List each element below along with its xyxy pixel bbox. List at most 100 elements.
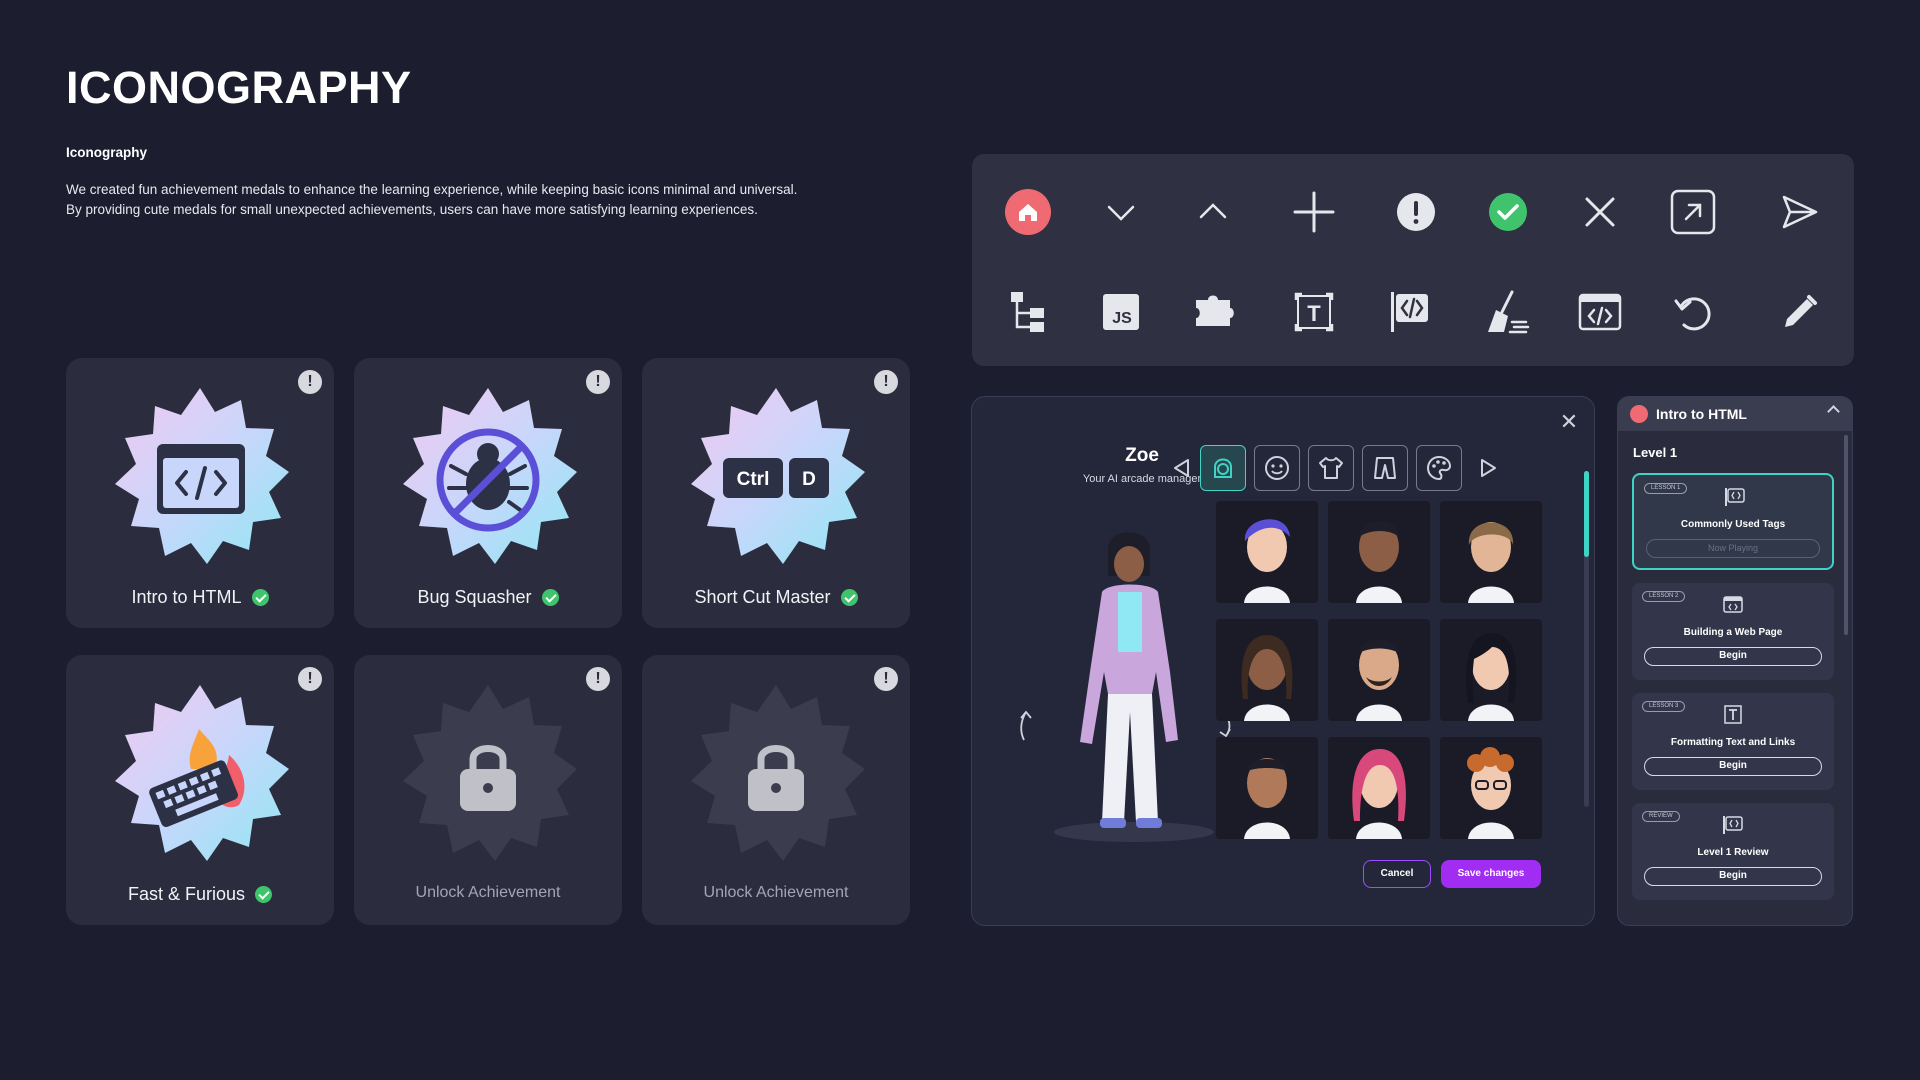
description-line: We created fun achievement medals to enh…	[66, 182, 798, 197]
code-flag-icon	[1725, 488, 1745, 506]
lesson-title: Commonly Used Tags	[1680, 519, 1786, 530]
achievement-name: Short Cut Master	[642, 587, 910, 608]
tab-face[interactable]	[1254, 445, 1300, 491]
lesson-panel-header[interactable]: Intro to HTML	[1618, 397, 1852, 431]
lesson-scrollbar[interactable]	[1844, 435, 1848, 635]
achievement-card-intro-to-html[interactable]: ! Intro to HTML	[66, 358, 334, 628]
info-alert-icon[interactable]: !	[874, 370, 898, 394]
lesson-title: Formatting Text and Links	[1670, 737, 1796, 748]
text-box-icon[interactable]: T	[1289, 287, 1339, 337]
achievement-card-short-cut-master[interactable]: ! Ctrl D Short Cut Master	[642, 358, 910, 628]
achievement-card-fast-and-furious[interactable]: ! Fast & Furious	[66, 655, 334, 925]
code-window-icon	[1723, 596, 1743, 613]
achievement-card-bug-squasher[interactable]: ! Bug Squasher	[354, 358, 622, 628]
code-window-icon	[115, 388, 289, 564]
achievement-card-locked[interactable]: ! Unlock Achievement	[354, 655, 622, 925]
avatar-option[interactable]	[1216, 737, 1318, 839]
plus-icon[interactable]	[1289, 187, 1339, 237]
begin-button[interactable]: Begin	[1644, 867, 1822, 886]
lesson-panel: Intro to HTML Level 1 LESSON 1 Commonly …	[1617, 396, 1853, 926]
avatar-option[interactable]	[1216, 619, 1318, 721]
avatar-option[interactable]	[1328, 619, 1430, 721]
close-icon[interactable]	[1575, 187, 1625, 237]
pencil-icon[interactable]	[1775, 287, 1825, 337]
avatar-option[interactable]	[1216, 501, 1318, 603]
file-tree-icon[interactable]	[1003, 287, 1053, 337]
avatar-grid-scrollbar[interactable]	[1584, 471, 1589, 807]
js-file-icon[interactable]: JS	[1096, 287, 1146, 337]
puzzle-icon[interactable]	[1188, 287, 1238, 337]
lesson-card[interactable]: LESSON 3 Formatting Text and Links Begin	[1632, 693, 1834, 790]
achievement-name: Fast & Furious	[66, 884, 334, 905]
icon-set-panel: JS T	[972, 154, 1854, 366]
earned-check-icon	[255, 886, 273, 903]
success-check-icon[interactable]	[1483, 187, 1533, 237]
lesson-card[interactable]: LESSON 1 Commonly Used Tags Now Playing	[1632, 473, 1834, 570]
course-title: Intro to HTML	[1656, 406, 1747, 422]
achievement-label: Bug Squasher	[417, 587, 532, 607]
achievement-label: Fast & Furious	[127, 884, 246, 904]
earned-check-icon	[541, 589, 559, 606]
lesson-card[interactable]: LESSON 2 Building a Web Page Begin	[1632, 583, 1834, 680]
home-icon[interactable]	[1003, 187, 1053, 237]
keyboard-shortcut-icon: Ctrl D	[691, 388, 865, 564]
achievement-label: Short Cut Master	[694, 587, 831, 607]
achievement-name: Unlock Achievement	[415, 884, 561, 901]
avatar-option[interactable]	[1440, 737, 1542, 839]
lesson-tag: LESSON 3	[1642, 701, 1686, 712]
info-alert-icon[interactable]: !	[874, 667, 898, 691]
avatar-editor-dialog: ✕ Zoe Your AI arcade manager Cancel Save…	[971, 396, 1595, 926]
save-changes-button[interactable]: Save changes	[1441, 860, 1541, 888]
key-label: D	[802, 469, 816, 490]
close-icon[interactable]: ✕	[1558, 411, 1580, 433]
lesson-title: Building a Web Page	[1683, 627, 1783, 638]
js-label: JS	[1112, 310, 1132, 327]
avatar-option[interactable]	[1328, 737, 1430, 839]
info-alert-icon[interactable]: !	[586, 667, 610, 691]
lesson-card[interactable]: REVIEW Level 1 Review Begin	[1632, 803, 1834, 900]
cancel-button[interactable]: Cancel	[1363, 860, 1431, 888]
prev-arrow-icon[interactable]	[1172, 458, 1190, 478]
alert-icon[interactable]	[1391, 187, 1441, 237]
tab-palette[interactable]	[1416, 445, 1462, 491]
earned-check-icon	[840, 589, 858, 606]
next-arrow-icon[interactable]	[1480, 458, 1498, 478]
keyboard-fire-icon	[115, 685, 289, 861]
lock-icon	[403, 685, 577, 861]
code-window-icon[interactable]	[1575, 287, 1625, 337]
open-external-icon[interactable]	[1668, 187, 1718, 237]
section-description: We created fun achievement medals to enh…	[66, 180, 926, 220]
achievement-card-locked[interactable]: ! Unlock Achievement	[642, 655, 910, 925]
achievement-name: Unlock Achievement	[703, 884, 849, 901]
info-alert-icon[interactable]: !	[586, 370, 610, 394]
avatar-option[interactable]	[1440, 501, 1542, 603]
send-icon[interactable]	[1775, 187, 1825, 237]
no-bug-icon	[403, 388, 577, 564]
chevron-down-icon[interactable]	[1096, 187, 1146, 237]
undo-icon[interactable]	[1668, 287, 1718, 337]
earned-check-icon	[251, 589, 269, 606]
info-alert-icon[interactable]: !	[298, 370, 322, 394]
broom-icon[interactable]	[1483, 287, 1533, 337]
customization-tabs	[1174, 445, 1508, 491]
begin-button[interactable]: Begin	[1644, 647, 1822, 666]
info-alert-icon[interactable]: !	[298, 667, 322, 691]
chevron-up-icon[interactable]	[1188, 187, 1238, 237]
key-label: Ctrl	[737, 469, 770, 490]
level-heading: Level 1	[1633, 445, 1678, 460]
scrollbar-thumb[interactable]	[1584, 471, 1589, 557]
now-playing-button[interactable]: Now Playing	[1646, 539, 1820, 558]
lock-icon	[691, 685, 865, 861]
code-flag-icon	[1723, 816, 1743, 834]
avatar-option[interactable]	[1328, 501, 1430, 603]
tab-shirt[interactable]	[1308, 445, 1354, 491]
avatar-grid	[1216, 501, 1542, 839]
code-flag-icon[interactable]	[1385, 287, 1435, 337]
begin-button[interactable]: Begin	[1644, 757, 1822, 776]
tab-pants[interactable]	[1362, 445, 1408, 491]
avatar-option[interactable]	[1440, 619, 1542, 721]
achievement-name: Intro to HTML	[66, 587, 334, 608]
achievement-name: Bug Squasher	[354, 587, 622, 608]
tab-head[interactable]	[1200, 445, 1246, 491]
description-line: By providing cute medals for small unexp…	[66, 202, 758, 217]
